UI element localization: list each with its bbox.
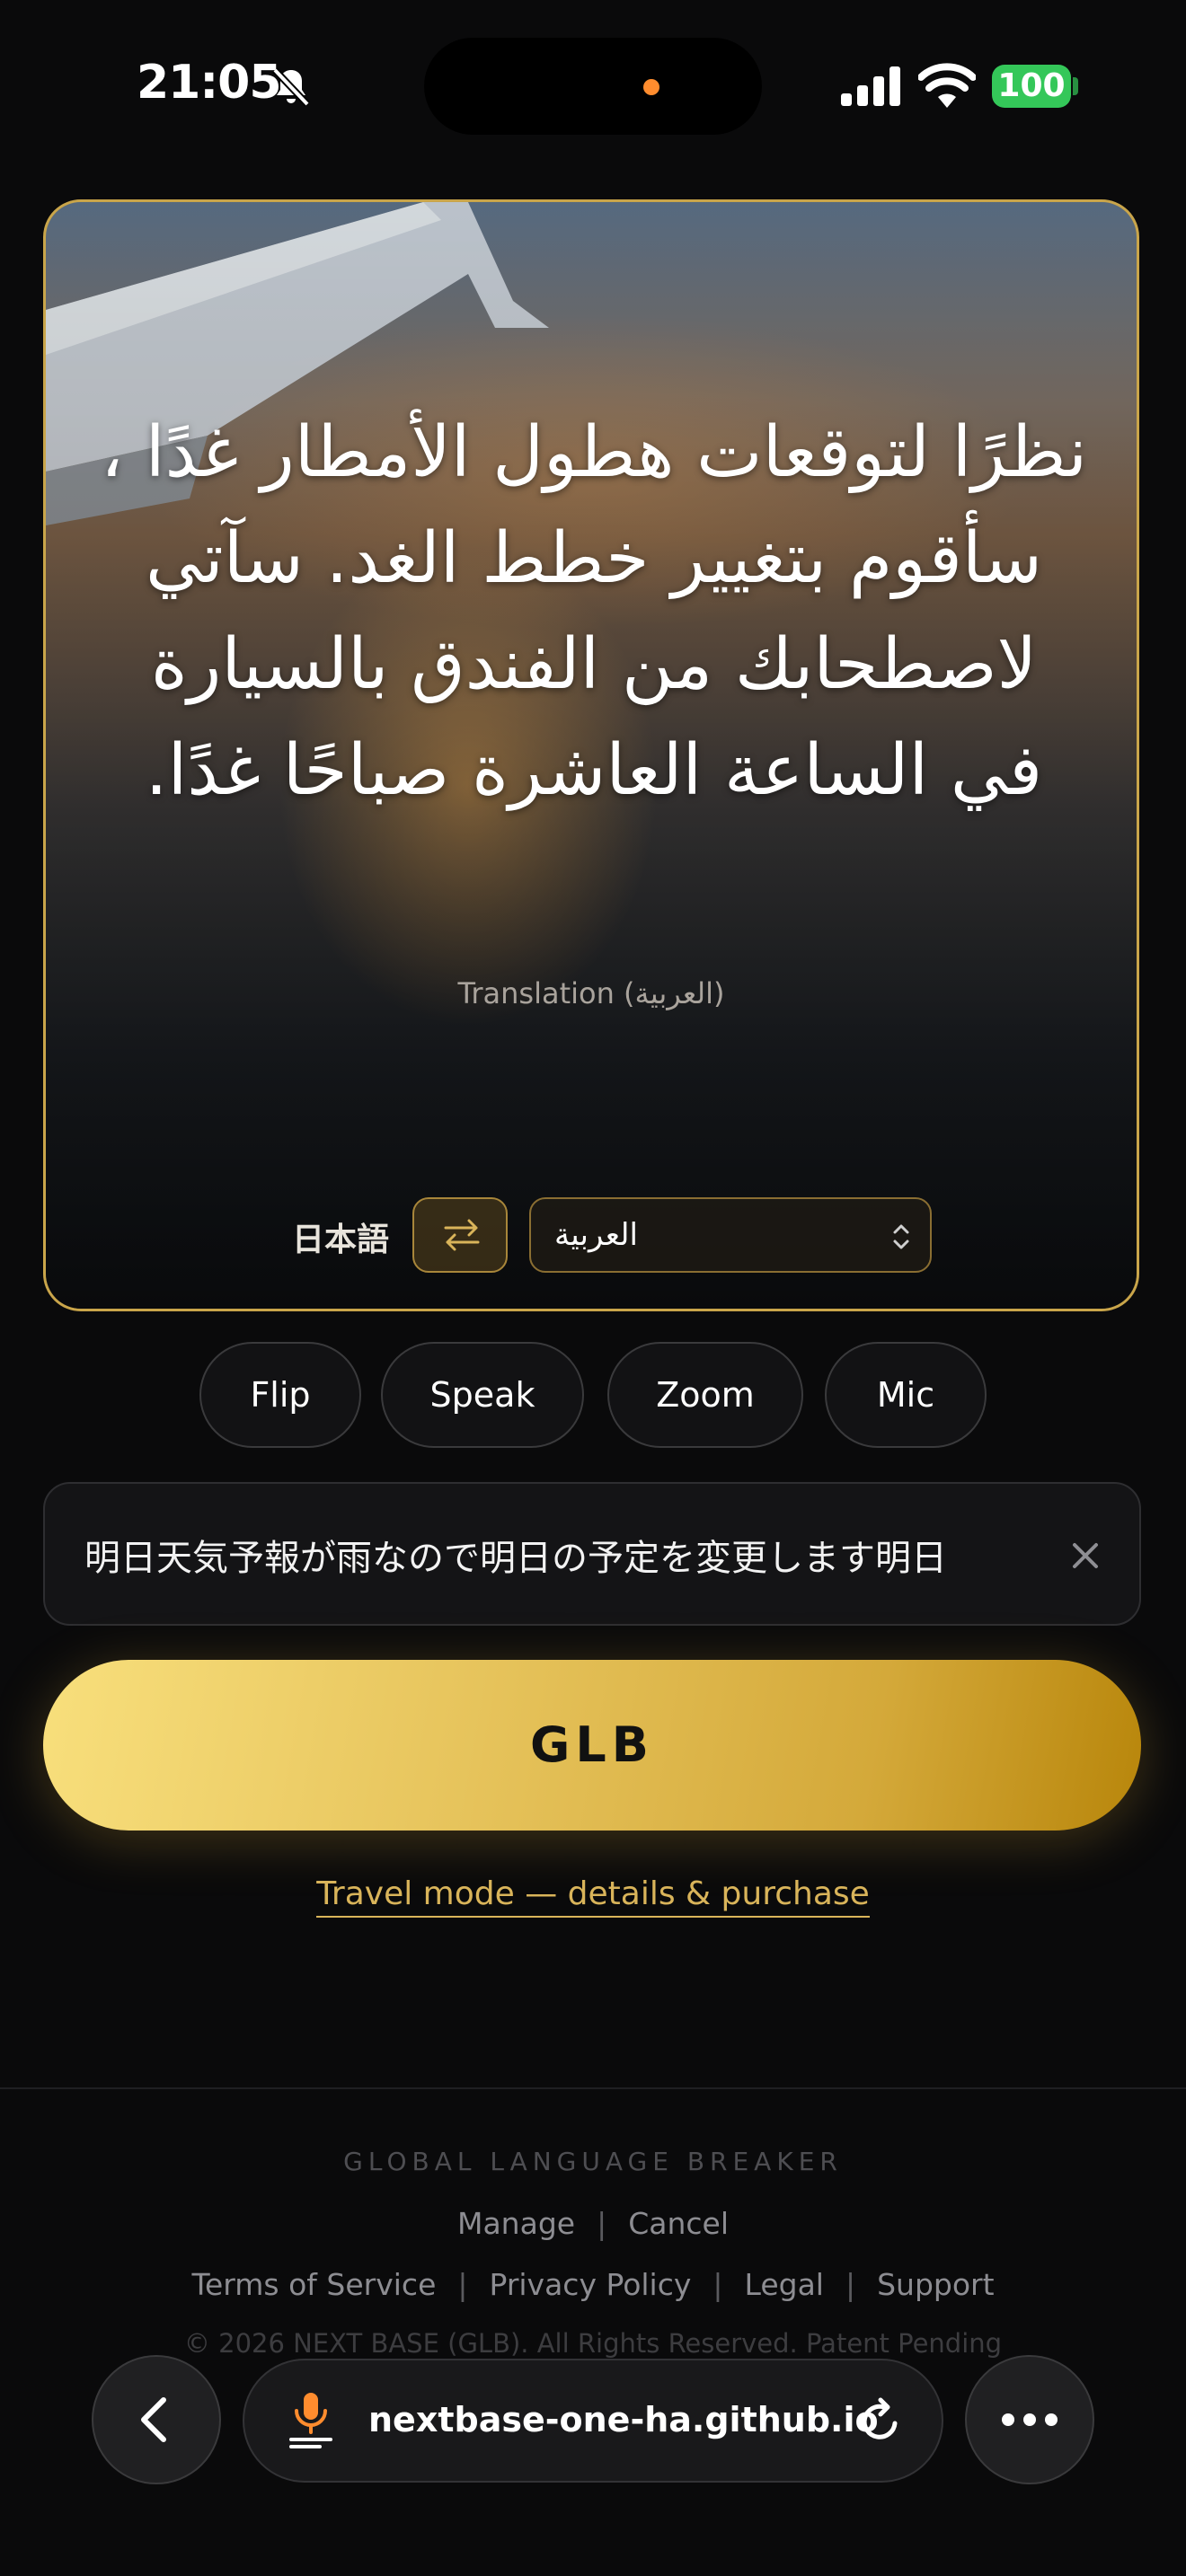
dynamic-island [424, 38, 762, 135]
battery-cap [1073, 77, 1078, 95]
microphone-icon [289, 2393, 332, 2448]
legal-link[interactable]: Legal [745, 2267, 824, 2302]
address-bar[interactable]: nextbase-one-ha.github.io [243, 2359, 943, 2483]
more-dots-icon [1002, 2413, 1058, 2426]
copyright-text: © 2026 NEXT BASE (GLB). All Rights Reser… [183, 2328, 1003, 2359]
wifi-icon [918, 63, 976, 108]
browser-back-button[interactable] [92, 2355, 221, 2484]
chevron-left-icon [141, 2397, 166, 2442]
browser-more-button[interactable] [965, 2355, 1094, 2484]
mic-button[interactable]: Mic [825, 1342, 987, 1448]
manage-link[interactable]: Manage [457, 2206, 575, 2241]
language-selector-row: 日本語 العربية [46, 1197, 1137, 1278]
status-time: 21:05 [137, 56, 282, 110]
battery-indicator: 100 [992, 65, 1071, 108]
separator: | [845, 2267, 856, 2302]
cellular-signal-icon [841, 66, 900, 106]
cancel-link[interactable]: Cancel [628, 2206, 729, 2241]
translated-text: نظرًا لتوقعات هطول الأمطار غدًا ، سأقوم … [100, 412, 1088, 811]
chevron-up-down-icon [893, 1224, 909, 1249]
status-bar: 21:05 100 [0, 0, 1186, 171]
footer-divider [0, 2087, 1186, 2089]
speak-button[interactable]: Speak [381, 1342, 584, 1448]
url-text: nextbase-one-ha.github.io [368, 2400, 879, 2439]
separator: | [597, 2206, 607, 2241]
support-link[interactable]: Support [877, 2267, 994, 2302]
footer-brand: GLOBAL LANGUAGE BREAKER [343, 2147, 843, 2176]
translation-card: نظرًا لتوقعات هطول الأمطار غدًا ، سأقوم … [43, 199, 1139, 1311]
bell-slash-icon [272, 67, 310, 107]
translation-label: Translation (العربية) [457, 976, 725, 1010]
privacy-link[interactable]: Privacy Policy [490, 2267, 692, 2302]
legal-links: Terms of Service | Privacy Policy | Legal | Su… [0, 2267, 1186, 2302]
separator: | [457, 2267, 468, 2302]
travel-mode-link[interactable]: Travel mode — details & purchase [316, 1875, 870, 1918]
source-text-input[interactable]: 明日天気予報が雨なので明日の予定を変更します明日 [43, 1482, 1141, 1626]
zoom-button[interactable]: Zoom [607, 1342, 803, 1448]
target-language-select[interactable]: العربية [529, 1197, 932, 1273]
swap-arrows-icon [444, 1219, 480, 1251]
travel-mode-link-row: Travel mode — details & purchase [0, 1875, 1186, 1918]
reload-icon[interactable] [855, 2396, 906, 2447]
privacy-indicator-dot [643, 79, 659, 95]
flip-button[interactable]: Flip [199, 1342, 361, 1448]
source-language[interactable]: 日本語 [292, 1213, 389, 1260]
terms-link[interactable]: Terms of Service [191, 2267, 436, 2302]
swap-languages-button[interactable] [412, 1197, 508, 1273]
source-text-value[interactable]: 明日天気予報が雨なので明日の予定を変更します明日 [84, 1529, 1064, 1581]
separator: | [712, 2267, 723, 2302]
clear-icon[interactable] [1067, 1538, 1103, 1574]
subscription-links: Manage | Cancel [0, 2206, 1186, 2241]
target-language-value: العربية [554, 1217, 638, 1253]
glb-translate-button[interactable]: GLB [43, 1660, 1141, 1831]
